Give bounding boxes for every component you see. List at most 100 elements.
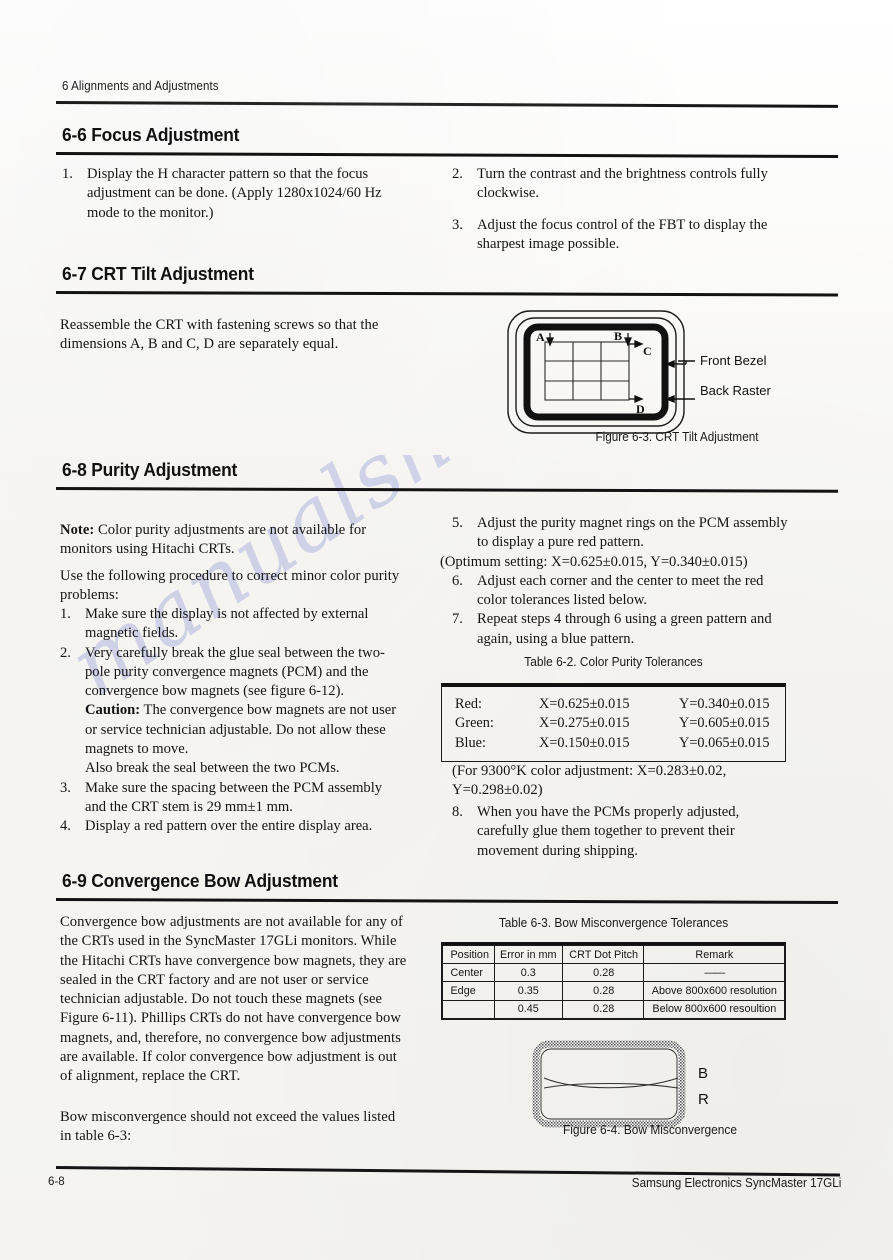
list-item-text: When you have the PCMs properly adjusted… (477, 804, 740, 859)
table-bow-misconvergence-tolerances: Position Error in mm CRT Dot Pitch Remar… (441, 942, 786, 1020)
footer-product-line: Samsung Electronics SyncMaster 17GLi (631, 1176, 841, 1190)
heading-rule-crt-tilt (55, 291, 839, 297)
table-6-3-caption: Table 6-3. Bow Misconvergence Tolerances (498, 915, 729, 930)
list-item-text: Adjust the purity magnet rings on the PC… (477, 515, 788, 551)
table-row: Red: X=0.625±0.015 Y=0.340±0.015 (442, 694, 785, 714)
list-item: 2. Turn the contrast and the brightness … (452, 165, 792, 204)
cell-y: Y=0.065±0.015 (679, 734, 770, 751)
header-rule (55, 101, 838, 108)
color-temp-note: (For 9300°K color adjustment: X=0.283±0.… (452, 763, 727, 799)
list-item-number: 1. (62, 166, 73, 182)
list-item: 2. Very carefully break the glue seal be… (60, 644, 405, 702)
list-item-number: 1. (60, 606, 71, 622)
label-b: B (698, 1065, 708, 1082)
heading-purity-adjustment: 6-8 Purity Adjustment (62, 459, 238, 480)
table-6-2-caption: Table 6-2. Color Purity Tolerances (524, 654, 703, 669)
list-item: 7. Repeat steps 4 through 6 using a gree… (452, 610, 792, 649)
list-item-number: 3. (60, 779, 71, 796)
label-a: A (536, 330, 545, 344)
cell-error: 0.3 (495, 963, 562, 983)
list-item-number: 2. (60, 644, 71, 661)
optimum-setting-text: (Optimum setting: X=0.625±0.015, Y=0.340… (440, 553, 748, 570)
bow-misconvergence-svg: B R (532, 1040, 709, 1128)
heading-rule-purity (55, 487, 839, 494)
heading-rule-convergence-bow (55, 898, 839, 905)
purity-steps-right: 5. Adjust the purity magnet rings on the… (440, 514, 792, 649)
cell-x: X=0.625±0.015 (539, 695, 630, 712)
label-r: R (698, 1091, 709, 1108)
cell-remark: —— (646, 963, 782, 983)
table-row: Center 0.3 0.28 —— (443, 963, 785, 983)
table-row: Green: X=0.275±0.015 Y=0.605±0.015 (442, 714, 785, 734)
list-item-number: 6. (452, 572, 463, 589)
callout-front-bezel: Front Bezel (700, 353, 767, 368)
heading-focus-adjustment: 6-6 Focus Adjustment (62, 124, 240, 145)
note-text: Color purity adjustments are not availab… (60, 522, 367, 558)
footer-page-number: 6-8 (48, 1174, 65, 1188)
list-item: 4. Display a red pattern over the entire… (60, 817, 405, 836)
list-item-number: 3. (452, 216, 463, 233)
cell-dot-pitch: 0.28 (564, 963, 643, 983)
list-item: 3. Adjust the focus control of the FBT t… (452, 216, 792, 255)
label-c: C (643, 344, 652, 358)
cell-y: Y=0.605±0.015 (679, 715, 770, 732)
header-remark: Remark (646, 944, 782, 965)
list-item: 3. Make sure the spacing between the PCM… (60, 779, 405, 818)
purity-also-break: Also break the seal between the two PCMs… (60, 759, 405, 778)
list-item-text: Adjust each corner and the center to mee… (477, 572, 764, 609)
label-b: B (614, 329, 622, 343)
running-head: 6 Alignments and Adjustments (62, 79, 219, 93)
callout-back-raster: Back Raster (700, 383, 771, 398)
figure-6-3-caption: Figure 6-3. CRT Tilt Adjustment (595, 430, 759, 444)
convergence-bow-paragraph-2: Bow misconvergence should not exceed the… (60, 1109, 396, 1145)
cell-x: X=0.275±0.015 (539, 715, 630, 732)
list-item: 8. When you have the PCMs properly adjus… (452, 803, 792, 861)
cell-y: Y=0.340±0.015 (679, 695, 770, 712)
heading-crt-tilt-adjustment: 6-7 CRT Tilt Adjustment (62, 263, 254, 284)
purity-step-8: 8. When you have the PCMs properly adjus… (452, 803, 792, 861)
focus-steps-right: 2. Turn the contrast and the brightness … (452, 165, 792, 265)
optimum-setting-row: (Optimum setting: X=0.625±0.015, Y=0.340… (440, 553, 792, 572)
figure-6-4-caption: Figure 6-4. Bow Misconvergence (563, 1122, 737, 1137)
cell-position (443, 1000, 494, 1019)
list-item-text: Display the H character pattern so that … (87, 166, 382, 221)
list-item-text: Make sure the spacing between the PCM as… (85, 779, 383, 815)
list-item: 1. Display the H character pattern so th… (62, 165, 402, 223)
list-item-number: 8. (452, 804, 463, 820)
cell-remark: Below 800x600 resoultion (646, 999, 782, 1019)
list-item: 5. Adjust the purity magnet rings on the… (452, 514, 792, 553)
list-item-number: 5. (452, 515, 463, 531)
document-page: manualshive.com 6 Alignments and Adjustm… (0, 0, 893, 1260)
cell-color: Red: (455, 695, 483, 712)
table-color-purity-tolerances: Red: X=0.625±0.015 Y=0.340±0.015 Green: … (441, 683, 786, 763)
table-row: Edge 0.35 0.28 Above 800x600 resolution (443, 981, 785, 1001)
header-error-mm: Error in mm (495, 944, 562, 965)
header-dot-pitch: CRT Dot Pitch (564, 944, 643, 965)
list-item-number: 2. (452, 166, 463, 182)
list-item: 6. Adjust each corner and the center to … (452, 572, 792, 611)
purity-steps-left: 1. Make sure the display is not affected… (60, 605, 405, 837)
list-item-text: Adjust the focus control of the FBT to d… (477, 216, 768, 252)
convergence-bow-paragraph: Convergence bow adjustments are not avai… (60, 914, 407, 1085)
table-header-row: Position Error in mm CRT Dot Pitch Remar… (443, 944, 785, 965)
cell-position: Edge (443, 981, 494, 1001)
cell-error: 0.45 (495, 999, 562, 1019)
cell-dot-pitch: 0.28 (564, 981, 643, 1001)
crt-tilt-paragraph: Reassemble the CRT with fastening screws… (60, 317, 379, 353)
caution-label: Caution: (85, 702, 141, 719)
list-item-text: Display a red pattern over the entire di… (85, 818, 373, 835)
focus-steps-left: 1. Display the H character pattern so th… (62, 165, 402, 234)
cell-color: Green: (455, 715, 494, 732)
list-item: 1. Make sure the display is not affected… (60, 605, 405, 644)
list-item-text: Very carefully break the glue seal betwe… (85, 644, 385, 700)
list-item-number: 7. (452, 611, 463, 628)
cell-dot-pitch: 0.28 (564, 999, 643, 1019)
table-row: Blue: X=0.150±0.015 Y=0.065±0.015 (442, 733, 785, 753)
figure-bow-misconvergence-diagram: B R (530, 1038, 780, 1130)
purity-caution: Caution: The convergence bow magnets are… (60, 701, 405, 759)
cell-x: X=0.150±0.015 (539, 734, 630, 751)
heading-rule-focus (55, 152, 839, 159)
header-position: Position (443, 944, 494, 965)
list-item-number: 4. (60, 818, 71, 835)
list-item-text: Make sure the display is not affected by… (85, 606, 369, 642)
